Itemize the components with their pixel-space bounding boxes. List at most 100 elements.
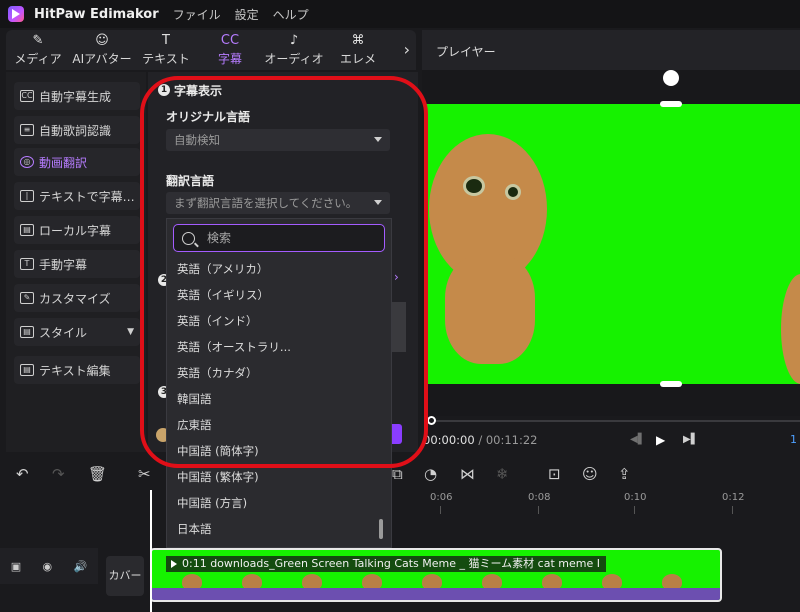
language-option[interactable]: 中国語 (繁体字) <box>177 469 377 485</box>
tick-label: 0:08 <box>528 492 551 503</box>
local-file-icon: ▤ <box>20 224 34 236</box>
mirror-icon[interactable]: ⋈ <box>460 465 475 483</box>
rotate-handle-icon[interactable] <box>663 70 679 86</box>
sidebar-item-video-translation[interactable]: ◎ 動画翻訳 <box>14 148 140 176</box>
sidebar-item-label: 自動字幕生成 <box>39 89 112 104</box>
redo-icon[interactable]: ↷ <box>52 465 65 483</box>
player-title: プレイヤー <box>436 45 496 59</box>
sidebar-item-label: テキストで字幕… <box>39 189 135 204</box>
app-logo-icon <box>8 6 24 22</box>
resize-handle-top[interactable] <box>660 101 682 107</box>
tab-subtitles[interactable]: CC 字幕 <box>198 30 262 70</box>
sidebar-item-style[interactable]: ▤ スタイル ▼ <box>14 318 140 346</box>
menu-settings[interactable]: 設定 <box>235 6 259 23</box>
tab-audio[interactable]: ♪ オーディオ <box>262 30 326 70</box>
face-icon[interactable]: ☺ <box>582 465 598 483</box>
play-icon[interactable]: ▶ <box>656 433 665 447</box>
track-video-icon[interactable]: ▣ <box>11 560 21 573</box>
current-time: 00:00:00 <box>423 433 475 447</box>
cc-icon: CC <box>20 90 34 102</box>
subtitle-cc-icon: CC <box>220 33 240 48</box>
tab-label: 字幕 <box>217 52 242 66</box>
speed-icon[interactable]: ◔ <box>424 465 437 483</box>
subtitle-sidebar: CC 自動字幕生成 ≡ 自動歌詞認識 ◎ 動画翻訳 | テキストで字幕… ▤ ロ… <box>6 72 146 452</box>
menu-file[interactable]: ファイル <box>173 6 221 23</box>
previous-frame-icon[interactable]: ◀▌ <box>630 434 645 445</box>
text-icon: T <box>162 33 170 48</box>
category-tabs: ✎ メディア ☺ AIアバター T テキスト CC 字幕 ♪ オーディオ ⌘ エ… <box>6 30 416 70</box>
sidebar-item-auto-subtitles[interactable]: CC 自動字幕生成 <box>14 82 140 110</box>
sidebar-item-customize[interactable]: ✎ カスタマイズ <box>14 284 140 312</box>
menu-help[interactable]: ヘルプ <box>273 6 309 23</box>
tick-label: 0:10 <box>624 492 647 503</box>
second-cat-image <box>781 274 800 384</box>
clip-label: 0:11 downloads_Green Screen Talking Cats… <box>166 556 606 572</box>
tab-elements[interactable]: ⌘ エレメ <box>326 30 390 70</box>
freeze-icon[interactable]: ❄ <box>496 465 509 483</box>
sidebar-item-label: テキスト編集 <box>39 363 111 378</box>
export-icon[interactable]: ⇪ <box>618 465 631 483</box>
sidebar-item-auto-lyrics[interactable]: ≡ 自動歌詞認識 <box>14 116 140 144</box>
sidebar-item-text-to-subtitle[interactable]: | テキストで字幕… <box>14 182 140 210</box>
app-title: HitPaw Edimakor <box>34 6 159 22</box>
player-preview[interactable] <box>422 70 800 416</box>
media-icon: ✎ <box>32 33 44 48</box>
style-icon: ▤ <box>20 326 34 338</box>
manual-text-icon: T <box>20 258 34 270</box>
tab-text[interactable]: T テキスト <box>134 30 198 70</box>
elements-icon: ⌘ <box>351 33 365 48</box>
translate-icon: ◎ <box>20 156 34 168</box>
sidebar-item-label: スタイル <box>39 325 88 340</box>
cover-button[interactable]: カバー <box>106 556 144 596</box>
sidebar-item-label: 動画翻訳 <box>39 155 88 170</box>
caret-down-icon: ▼ <box>127 327 134 337</box>
audio-waveform <box>152 588 720 600</box>
playhead[interactable] <box>150 490 152 612</box>
tab-ai-avatar[interactable]: ☺ AIアバター <box>70 30 134 70</box>
tab-label: AIアバター <box>72 52 132 66</box>
split-icon[interactable]: ✂ <box>138 465 151 483</box>
tab-label: メディア <box>14 52 62 66</box>
sidebar-item-label: ローカル字幕 <box>39 223 112 238</box>
tab-label: エレメ <box>339 52 376 66</box>
language-option[interactable]: 日本語 <box>177 521 377 537</box>
video-clip[interactable]: 0:11 downloads_Green Screen Talking Cats… <box>150 548 722 602</box>
dropdown-scrollbar[interactable] <box>379 519 383 539</box>
next-frame-icon[interactable]: ▶▌ <box>683 434 698 445</box>
delete-icon[interactable]: 🗑 <box>88 465 107 483</box>
tick-label: 0:06 <box>430 492 453 503</box>
timecode: 00:00:00 / 00:11:22 <box>423 433 538 447</box>
playback-progress-bar[interactable] <box>428 420 800 422</box>
volume-icon[interactable]: 🔊 <box>74 560 88 573</box>
timeline-ruler[interactable]: 0:06 0:08 0:10 0:12 <box>392 490 800 518</box>
total-time: 00:11:22 <box>485 433 538 447</box>
cat-eye <box>505 184 521 200</box>
title-bar: HitPaw Edimakor ファイル 設定 ヘルプ <box>0 0 800 28</box>
tab-label: テキスト <box>142 52 190 66</box>
video-frame[interactable] <box>425 104 800 384</box>
resize-handle-bottom[interactable] <box>660 381 682 387</box>
sidebar-item-manual-subtitle[interactable]: T 手動字幕 <box>14 250 140 278</box>
language-option[interactable]: 中国語 (方言) <box>177 495 377 511</box>
chevron-right-icon[interactable]: › <box>404 40 410 59</box>
text-edit-icon: ▤ <box>20 364 34 376</box>
tab-media[interactable]: ✎ メディア <box>6 30 70 70</box>
cat-eye <box>463 176 485 196</box>
undo-icon[interactable]: ↶ <box>16 465 29 483</box>
waveform-icon: | <box>20 190 34 202</box>
avatar-icon: ☺ <box>95 33 109 48</box>
tab-label: オーディオ <box>264 52 324 66</box>
visibility-icon[interactable]: ◉ <box>43 560 53 573</box>
sidebar-item-label: 手動字幕 <box>39 257 88 272</box>
sidebar-item-label: 自動歌詞認識 <box>39 123 112 138</box>
lyrics-icon: ≡ <box>20 124 34 136</box>
edge-text: 1 <box>790 433 797 446</box>
player-header: プレイヤー <box>422 30 800 70</box>
text-to-speech-icon[interactable]: ⊡ <box>548 465 561 483</box>
sidebar-item-text-edit[interactable]: ▤ テキスト編集 <box>14 356 140 384</box>
sidebar-item-local-subtitle[interactable]: ▤ ローカル字幕 <box>14 216 140 244</box>
cat-body-image <box>445 254 535 364</box>
red-highlight-annotation <box>140 76 428 468</box>
music-note-icon: ♪ <box>289 33 299 48</box>
playback-progress-knob[interactable] <box>427 416 436 425</box>
